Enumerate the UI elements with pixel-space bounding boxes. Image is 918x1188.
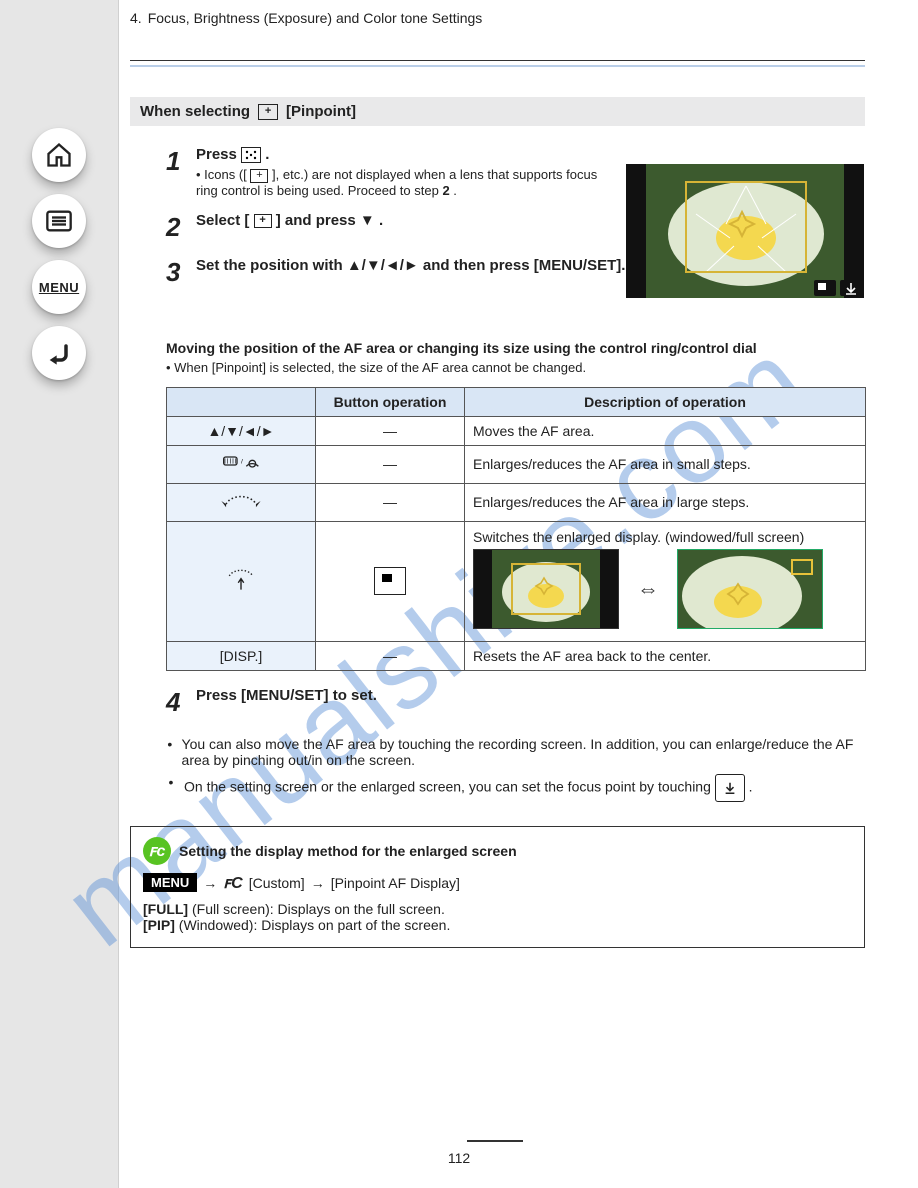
note-2-text: On the setting screen or the enlarged sc… bbox=[184, 774, 753, 802]
step-3-number: 3 bbox=[166, 257, 188, 288]
step-1-text: Press . bbox=[196, 146, 865, 163]
cell-disp-desc: Resets the AF area back to the center. bbox=[465, 641, 866, 670]
custom-menu-badge-icon: ꜰc bbox=[143, 837, 171, 865]
chapter-number: 4. bbox=[130, 10, 142, 26]
cell-cursor-button: — bbox=[316, 416, 465, 445]
section-suffix: [Pinpoint] bbox=[286, 103, 356, 120]
note-2: • On the setting screen or the enlarged … bbox=[166, 774, 866, 802]
th-control bbox=[167, 387, 316, 416]
svg-text:/: / bbox=[241, 458, 243, 465]
control-ring-dial-icon: / bbox=[221, 461, 261, 477]
step-2-number: 2 bbox=[166, 212, 188, 243]
note-1-text: You can also move the AF area by touchin… bbox=[182, 736, 866, 768]
th-desc: Description of operation bbox=[465, 387, 866, 416]
cell-ringdial-control: / bbox=[167, 445, 316, 483]
section-header: When selecting [Pinpoint] bbox=[130, 97, 865, 126]
windowed-display-example bbox=[473, 549, 619, 629]
arrow-icon: → bbox=[311, 875, 325, 891]
tip-option-full: [FULL] (Full screen): Displays on the fu… bbox=[143, 901, 852, 917]
cell-leverl-control bbox=[167, 483, 316, 521]
menu-pill: MENU bbox=[143, 873, 197, 892]
back-arrow-icon bbox=[45, 339, 73, 367]
step-1-note: • Icons ([ ], etc.) are not displayed wh… bbox=[196, 167, 616, 198]
control-ring-title: Moving the position of the AF area or ch… bbox=[166, 340, 865, 375]
row-cursor: ▲/▼/◄/► — Moves the AF area. bbox=[167, 416, 866, 445]
row-ring-dial: / — Enlarges/reduces the AF area in smal… bbox=[167, 445, 866, 483]
sidebar: MENU bbox=[0, 0, 119, 1188]
nav-contents-button[interactable] bbox=[32, 194, 86, 248]
nav-back-button[interactable] bbox=[32, 326, 86, 380]
nav-menu-button[interactable]: MENU bbox=[32, 260, 86, 314]
af-controls-table: Button operation Description of operatio… bbox=[166, 387, 866, 671]
tip-box: ꜰc Setting the display method for the en… bbox=[130, 826, 865, 948]
cell-leverr-control bbox=[167, 521, 316, 641]
chapter-breadcrumb: 4. Focus, Brightness (Exposure) and Colo… bbox=[130, 10, 865, 26]
cell-cursor-control: ▲/▼/◄/► bbox=[167, 416, 316, 445]
cell-disp-button: — bbox=[316, 641, 465, 670]
menu-item-label: [Pinpoint AF Display] bbox=[331, 875, 460, 891]
section-prefix: When selecting bbox=[140, 103, 250, 120]
menu-category-label: [Custom] bbox=[249, 875, 305, 891]
cell-disp-control: [DISP.] bbox=[167, 641, 316, 670]
cell-leverl-desc: Enlarges/reduces the AF area in large st… bbox=[465, 483, 866, 521]
tip-title-text: Setting the display method for the enlar… bbox=[179, 843, 517, 859]
notes-block: • You can also move the AF area by touch… bbox=[166, 736, 866, 802]
step-4-number: 4 bbox=[166, 687, 188, 718]
control-ring-note: • When [Pinpoint] is selected, the size … bbox=[166, 360, 865, 375]
cell-leverl-button: — bbox=[316, 483, 465, 521]
arrow-icon: → bbox=[203, 875, 217, 891]
af-mode-button-icon bbox=[241, 147, 261, 163]
cell-leverr-button bbox=[316, 521, 465, 641]
lever-left-icon bbox=[221, 490, 261, 515]
menu-path: MENU → ꜰC [Custom] → [Pinpoint AF Displa… bbox=[143, 873, 852, 893]
page-content: 4. Focus, Brightness (Exposure) and Colo… bbox=[130, 0, 865, 948]
list-icon bbox=[45, 207, 73, 235]
tip-option-pip: [PIP] (Windowed): Displays on part of th… bbox=[143, 917, 852, 933]
pip-toggle-icon bbox=[374, 567, 406, 595]
fullscreen-display-example bbox=[677, 549, 823, 629]
switch-display-illustration: ⇔ bbox=[473, 545, 857, 633]
row-lever-right: Switches the enlarged display. (windowed… bbox=[167, 521, 866, 641]
row-lever-left: — Enlarges/reduces the AF area in large … bbox=[167, 483, 866, 521]
pinpoint-af-frame-icon-small bbox=[250, 169, 268, 183]
page-number: 112 bbox=[0, 1150, 918, 1166]
lever-push-icon bbox=[221, 569, 261, 594]
th-button: Button operation bbox=[316, 387, 465, 416]
step-1-number: 1 bbox=[166, 146, 188, 198]
page-number-rule bbox=[467, 1140, 523, 1142]
custom-menu-glyph-icon: ꜰC bbox=[223, 873, 242, 893]
cell-cursor-desc: Moves the AF area. bbox=[465, 416, 866, 445]
control-ring-title-text: Moving the position of the AF area or ch… bbox=[166, 340, 865, 356]
cell-leverr-desc: Switches the enlarged display. (windowed… bbox=[465, 521, 866, 641]
nav-home-button[interactable] bbox=[32, 128, 86, 182]
double-arrow-icon: ⇔ bbox=[637, 576, 659, 602]
chapter-title: Focus, Brightness (Exposure) and Color t… bbox=[148, 10, 483, 26]
pinpoint-af-frame-icon-inline bbox=[254, 214, 272, 228]
cell-ringdial-button: — bbox=[316, 445, 465, 483]
example-screen-illustration bbox=[626, 164, 864, 298]
step-4-text: Press [MENU/SET] to set. bbox=[196, 687, 865, 704]
note-1: • You can also move the AF area by touch… bbox=[166, 736, 866, 768]
divider bbox=[130, 60, 865, 67]
step-4: 4 Press [MENU/SET] to set. bbox=[166, 687, 865, 718]
home-icon bbox=[45, 141, 73, 169]
pinpoint-af-frame-icon bbox=[258, 104, 278, 120]
cell-ringdial-desc: Enlarges/reduces the AF area in small st… bbox=[465, 445, 866, 483]
nav-menu-label: MENU bbox=[39, 280, 79, 295]
set-focus-touch-icon bbox=[715, 774, 745, 802]
row-disp: [DISP.] — Resets the AF area back to the… bbox=[167, 641, 866, 670]
